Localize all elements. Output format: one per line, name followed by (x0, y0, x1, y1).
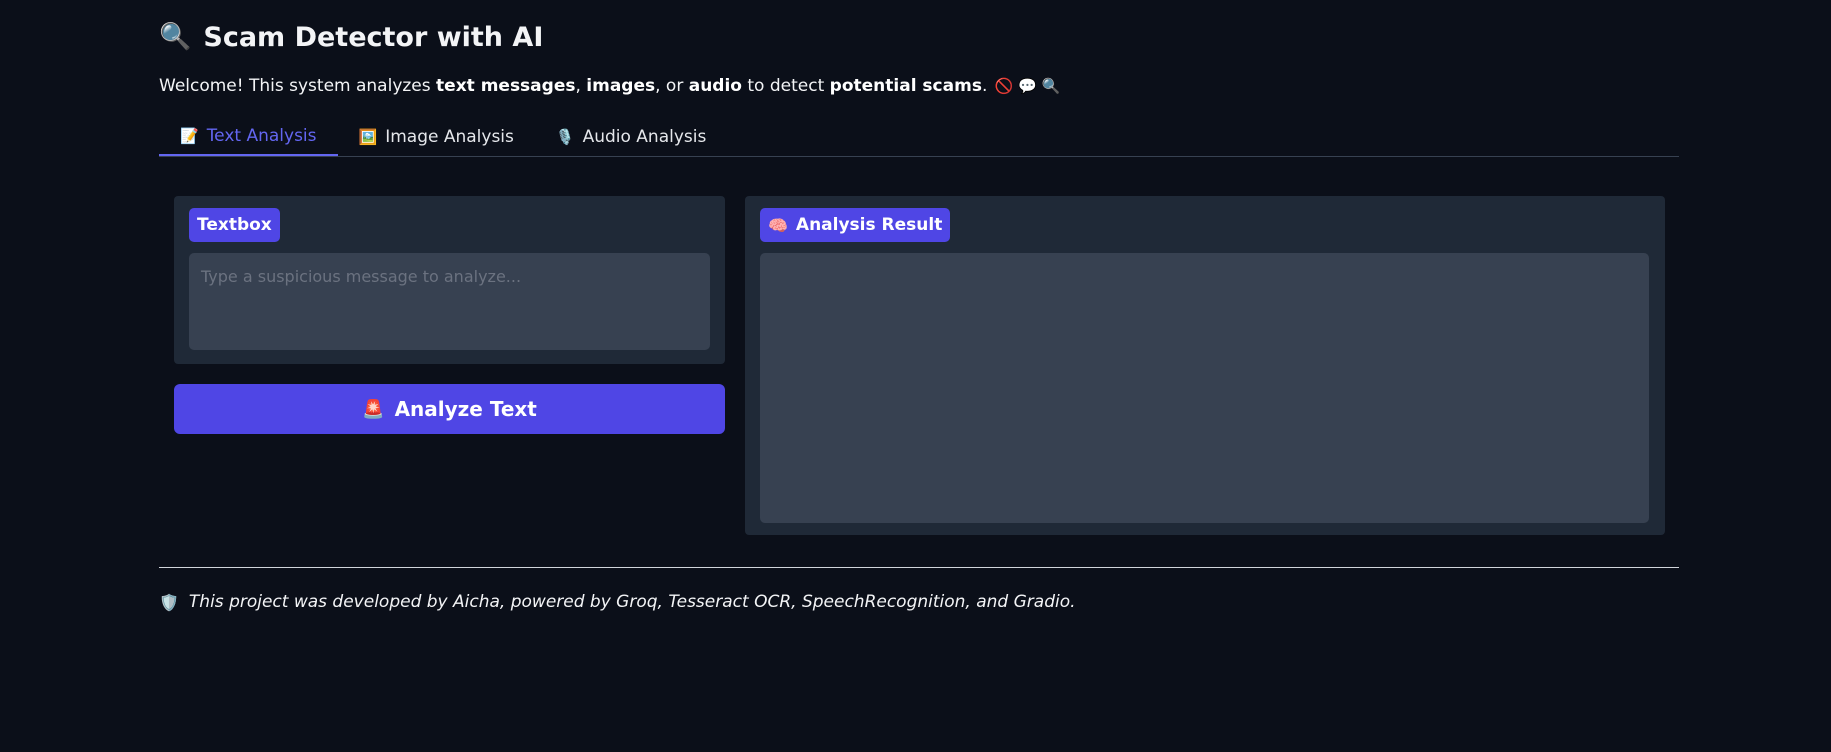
magnifier-icon: 🔍 (159, 22, 192, 52)
welcome-part-3: , or (655, 76, 689, 96)
welcome-part-2: , (575, 76, 587, 96)
welcome-part-4: to detect (741, 76, 830, 96)
welcome-text: Welcome! This system analyzes text messa… (159, 76, 1060, 96)
tab-bar: 📝 Text Analysis 🖼️ Image Analysis 🎙️ Aud… (159, 118, 1679, 157)
tab-image-analysis[interactable]: 🖼️ Image Analysis (338, 118, 535, 156)
analysis-result-label: 🧠 Analysis Result (760, 208, 951, 242)
welcome-bold-images: images (586, 76, 656, 96)
welcome-bold-text-messages: text messages (436, 76, 576, 96)
siren-icon: 🚨 (362, 398, 385, 420)
textbox-label-text: Textbox (197, 215, 272, 235)
footer-text: This project was developed by Aicha, pow… (188, 592, 1076, 612)
tab-label: Text Analysis (206, 126, 317, 146)
welcome-part-1: Welcome! This system analyzes (159, 76, 437, 96)
tab-text-analysis[interactable]: 📝 Text Analysis (159, 118, 338, 156)
analysis-result-output[interactable] (760, 253, 1649, 523)
page-title: Scam Detector with AI (203, 21, 544, 53)
welcome-emoji-icons: 🚫 💬 🔍 (994, 77, 1061, 95)
analyze-text-button[interactable]: 🚨 Analyze Text (174, 384, 725, 434)
analysis-result-label-text: Analysis Result (795, 215, 943, 235)
app-page: 🔍 Scam Detector with AI Welcome! This sy… (0, 0, 1831, 752)
shield-icon: 🛡️ (159, 592, 179, 612)
analyze-button-label: Analyze Text (394, 397, 537, 421)
picture-icon: 🖼️ (358, 128, 378, 146)
page-header: 🔍 Scam Detector with AI (159, 18, 543, 56)
tab-audio-analysis[interactable]: 🎙️ Audio Analysis (535, 118, 727, 156)
analysis-result-panel: 🧠 Analysis Result (745, 196, 1665, 535)
welcome-bold-audio: audio (688, 76, 742, 96)
message-input[interactable] (189, 253, 710, 350)
textbox-label: Textbox (189, 208, 280, 242)
footer-divider (159, 567, 1679, 568)
tab-label: Image Analysis (385, 127, 514, 147)
textbox-panel: Textbox (174, 196, 725, 364)
memo-icon: 📝 (180, 127, 199, 145)
tab-label: Audio Analysis (582, 127, 707, 147)
footer: 🛡️ This project was developed by Aicha, … (159, 592, 1076, 612)
welcome-bold-potential-scams: potential scams (829, 76, 982, 96)
brain-icon: 🧠 (768, 215, 788, 235)
welcome-part-5: . (981, 76, 988, 96)
microphone-icon: 🎙️ (555, 128, 575, 146)
